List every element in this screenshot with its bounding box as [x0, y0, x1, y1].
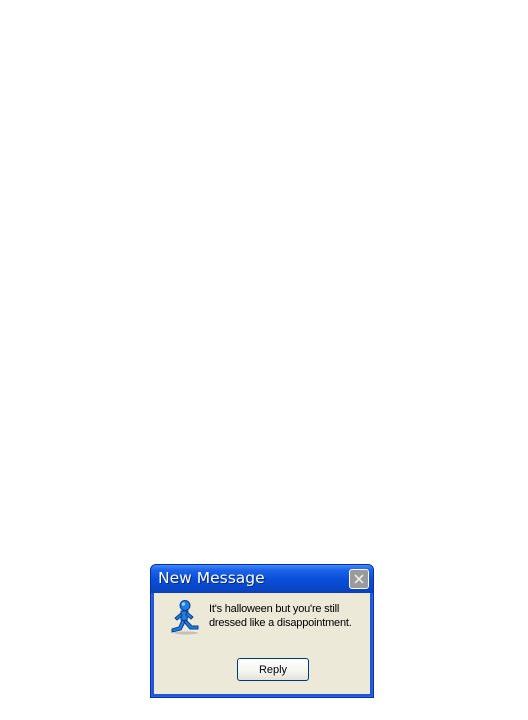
close-button[interactable]	[349, 569, 369, 589]
title-bar[interactable]: New Message	[151, 565, 373, 593]
close-icon	[354, 574, 364, 584]
message-text: It's halloween but you're still dressed …	[209, 603, 352, 629]
reply-button[interactable]: Reply	[237, 658, 309, 681]
dialog-body: It's halloween but you're still dressed …	[154, 593, 370, 694]
desktop: New Message It's halloween but you're st…	[0, 0, 528, 720]
aim-running-man-icon	[171, 600, 199, 635]
window-title: New Message	[158, 569, 265, 587]
new-message-dialog: New Message It's halloween but you're st…	[150, 564, 374, 698]
